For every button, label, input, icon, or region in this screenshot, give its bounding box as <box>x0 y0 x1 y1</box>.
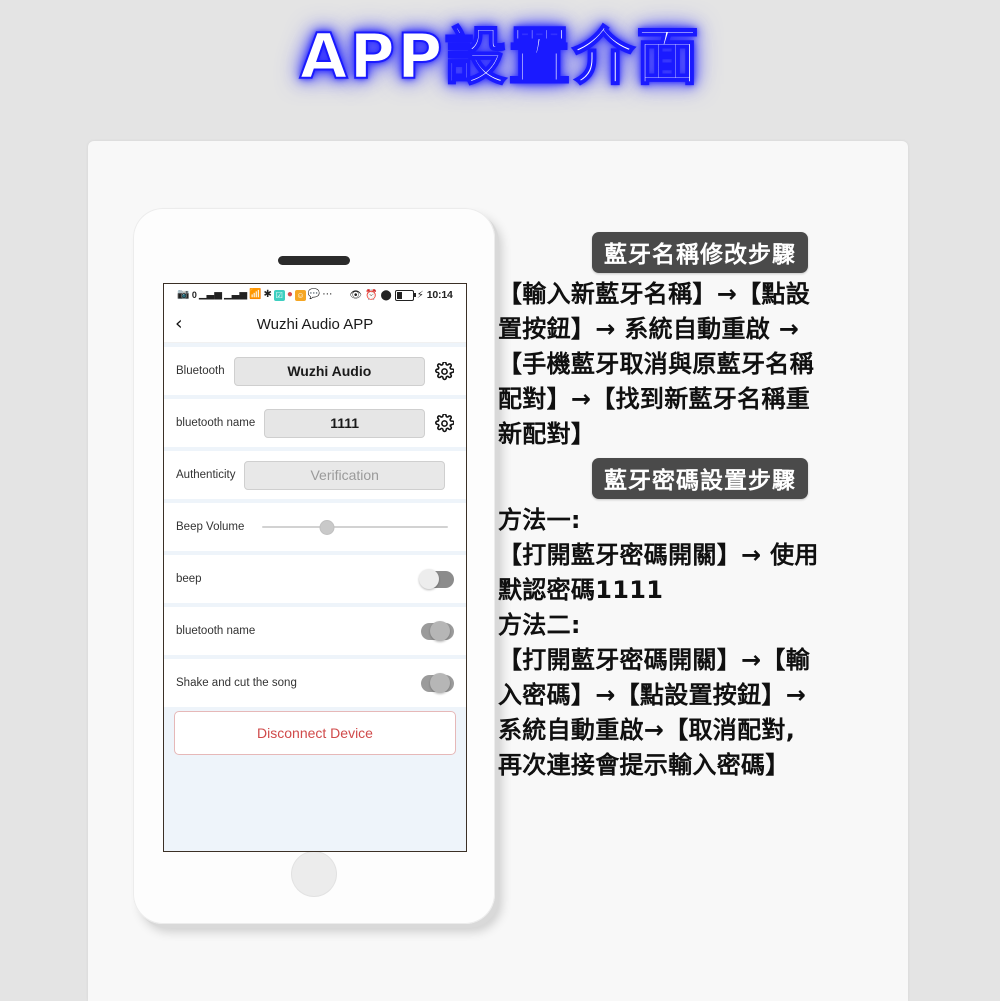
row-label: Beep Volume <box>176 521 245 533</box>
instruction-line: 置按鈕】→ 系統自動重啟 → <box>498 315 800 343</box>
beep-volume-slider[interactable] <box>262 517 448 537</box>
sim-count: 0 <box>191 289 197 300</box>
app-title: Wuzhi Audio APP <box>256 315 374 333</box>
toggle-knob <box>430 673 450 693</box>
app-orange-icon: ☺ <box>294 289 306 301</box>
instructions-panel: 藍牙名稱修改步驟 【輸入新藍牙名稱】→【點設 置按鈕】→ 系統自動重啟 → 【手… <box>498 232 902 783</box>
shake-cut-song-toggle[interactable] <box>421 673 454 693</box>
page-title: APP設置介面 <box>299 20 701 93</box>
settings-row-shake-cut-song: Shake and cut the song <box>164 659 466 707</box>
row-label: beep <box>176 573 202 585</box>
app-navbar: ‹ Wuzhi Audio APP <box>164 306 466 343</box>
instruction-line: 配對】→【找到新藍牙名稱重 <box>498 385 811 413</box>
alarm-icon: ⏰ <box>365 289 378 301</box>
gear-icon[interactable] <box>434 413 454 433</box>
phone-speaker-icon <box>278 256 350 265</box>
beep-toggle[interactable] <box>419 569 454 589</box>
section-badge-password-setup: 藍牙密碼設置步驟 <box>592 458 808 499</box>
row-label: bluetooth name <box>176 625 256 637</box>
gear-icon[interactable] <box>434 361 454 381</box>
section-badge-name-change: 藍牙名稱修改步驟 <box>592 232 808 273</box>
eye-icon: 👁 <box>349 289 363 301</box>
settings-row-bluetooth-name-toggle: bluetooth name <box>164 607 466 655</box>
settings-row-bluetooth-name: bluetooth name 1111 <box>164 399 466 447</box>
instruction-line: 默認密碼1111 <box>498 576 664 604</box>
phone-mockup: 📷0 ▁▃▅ ▁▃▅ 📶 ✱ ☑ ● ☺ 💬 ⋯ 👁 ⏰ ⬤ ⚡ 10:14 <box>133 208 495 924</box>
bluetooth-name-field[interactable]: Wuzhi Audio <box>233 356 425 386</box>
phone-screen: 📷0 ▁▃▅ ▁▃▅ 📶 ✱ ☑ ● ☺ 💬 ⋯ 👁 ⏰ ⬤ ⚡ 10:14 <box>163 283 467 852</box>
row-label: Bluetooth <box>176 365 225 377</box>
instruction-line: 【打開藍牙密碼開關】→【輸 <box>498 646 811 674</box>
battery-icon <box>394 289 416 301</box>
message-icon: 💬 <box>307 289 321 300</box>
location-off-icon: ✱ <box>263 289 272 300</box>
phone-home-button[interactable] <box>292 852 336 896</box>
instruction-line: 【打開藍牙密碼開關】→ 使用 <box>498 541 819 569</box>
signal-1-icon: ▁▃▅ <box>198 289 222 300</box>
instruction-line: 新配對】 <box>498 420 596 448</box>
settings-row-bluetooth: Bluetooth Wuzhi Audio <box>164 347 466 395</box>
verification-field[interactable]: Verification <box>244 460 445 490</box>
settings-row-authenticity: Authenticity Verification <box>164 451 466 499</box>
instruction-line: 再次連接會提示輸入密碼】 <box>498 751 790 779</box>
more-icon: ⋯ <box>322 289 333 300</box>
instruction-line: 【輸入新藍牙名稱】→【點設 <box>498 280 811 308</box>
instruction-line: 方法二: <box>498 611 581 639</box>
charging-icon: ⚡ <box>416 289 424 301</box>
toggle-knob <box>430 621 450 641</box>
toggle-knob <box>419 569 439 589</box>
section2-text: 方法一: 【打開藍牙密碼開關】→ 使用 默認密碼1111 方法二: 【打開藍牙密… <box>498 503 902 783</box>
settings-row-beep-volume: Beep Volume <box>164 503 466 551</box>
bluetooth-icon: ⬤ <box>380 289 392 301</box>
status-bar-left-icons: 📷 0 ▁▃▅ ▁▃▅ 📶 ✱ ☑ ● ☺ 💬 ⋯ <box>177 289 333 301</box>
instruction-line: 【手機藍牙取消與原藍牙名稱 <box>498 350 814 378</box>
signal-2-icon: ▁▃▅ <box>223 289 248 300</box>
instruction-line: 入密碼】→【點設置按鈕】→ <box>498 681 807 709</box>
row-label: Shake and cut the song <box>176 677 297 689</box>
slider-knob[interactable] <box>320 520 334 534</box>
instruction-line: 系統自動重啟→【取消配對, <box>498 716 796 744</box>
bluetooth-password-field[interactable]: 1111 <box>264 408 425 438</box>
disconnect-device-button[interactable]: Disconnect Device <box>174 711 456 755</box>
qq-icon: ● <box>286 289 293 300</box>
status-bar-right-icons: 👁 ⏰ ⬤ ⚡ 10:14 <box>349 289 452 301</box>
row-label: bluetooth name <box>176 417 256 429</box>
row-label: Authenticity <box>176 469 236 481</box>
settings-row-beep: beep <box>164 555 466 603</box>
sim-icon: 📷 <box>177 289 190 300</box>
instruction-line: 方法一: <box>498 506 581 534</box>
section1-text: 【輸入新藍牙名稱】→【點設 置按鈕】→ 系統自動重啟 → 【手機藍牙取消與原藍牙… <box>498 277 902 452</box>
settings-list: Bluetooth Wuzhi Audio bluetooth name 111… <box>164 343 466 755</box>
status-bar: 📷 0 ▁▃▅ ▁▃▅ 📶 ✱ ☑ ● ☺ 💬 ⋯ 👁 ⏰ ⬤ ⚡ 10:14 <box>164 284 466 306</box>
app-green-icon: ☑ <box>273 289 285 301</box>
chevron-left-icon[interactable]: ‹ <box>175 314 183 334</box>
status-bar-time: 10:14 <box>426 289 453 301</box>
wifi-icon: 📶 <box>249 289 262 300</box>
bluetooth-name-toggle[interactable] <box>421 621 454 641</box>
slider-track <box>262 526 448 528</box>
